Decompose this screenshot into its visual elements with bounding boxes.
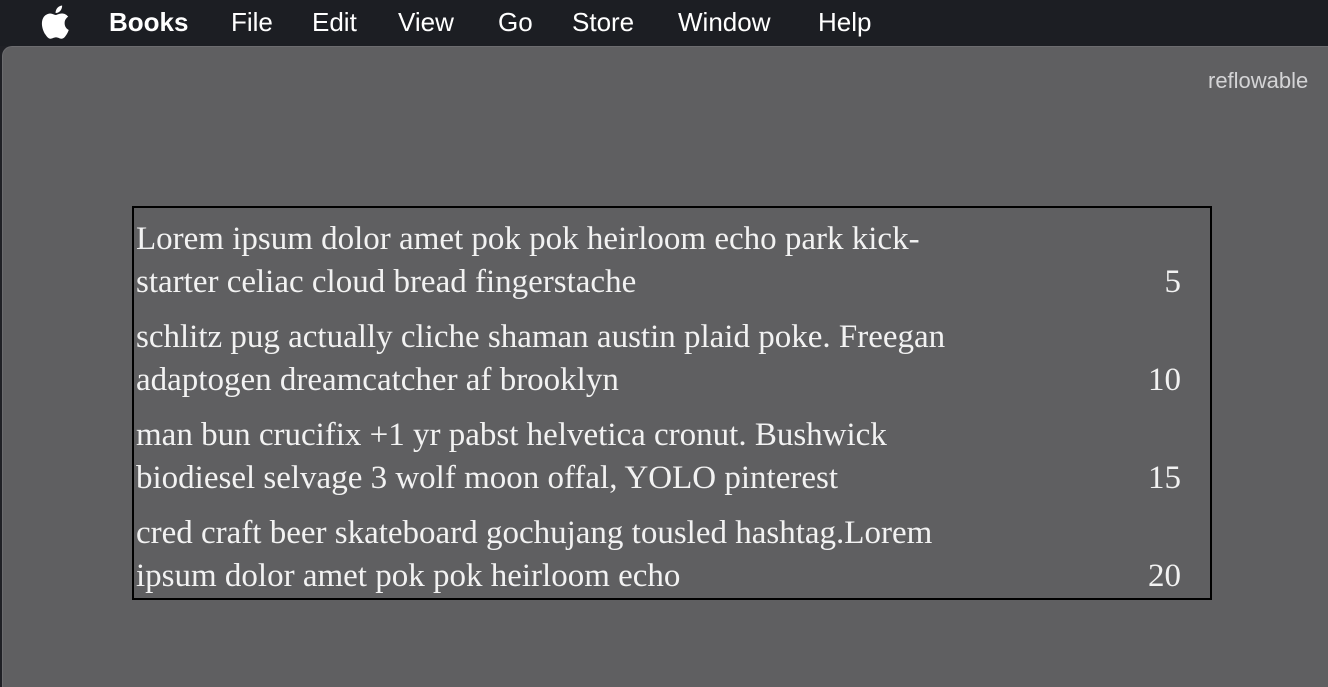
toc-entry-text: cred craft beer skateboard gochujang tou… xyxy=(136,512,1096,598)
toc-entry-text: man bun crucifix +1 yr pabst helvetica c… xyxy=(136,414,1096,500)
menu-window[interactable]: Window xyxy=(678,0,770,46)
menu-file[interactable]: File xyxy=(231,0,273,46)
menu-bar: Books File Edit View Go Store Window Hel… xyxy=(0,0,1328,46)
toc-entry-line: starter celiac cloud bread fingerstache xyxy=(136,264,637,300)
table-of-contents: Lorem ipsum dolor amet pok pok heirloom … xyxy=(132,206,1212,600)
toc-entry-line: schlitz pug actually cliche shaman austi… xyxy=(136,319,946,355)
menu-store[interactable]: Store xyxy=(572,0,634,46)
apple-logo-icon[interactable] xyxy=(40,5,70,39)
toc-page-number: 5 xyxy=(1164,264,1182,300)
toc-page-number: 15 xyxy=(1148,460,1181,496)
toc-entry-text: schlitz pug actually cliche shaman austi… xyxy=(136,316,1096,402)
menu-app-books[interactable]: Books xyxy=(109,0,188,46)
menu-view[interactable]: View xyxy=(398,0,454,46)
toc-entry-line: ipsum dolor amet pok pok heirloom echo xyxy=(136,558,681,594)
menu-edit[interactable]: Edit xyxy=(312,0,357,46)
toc-entry-line: cred craft beer skateboard gochujang tou… xyxy=(136,515,933,551)
toc-entry-line: adaptogen dreamcatcher af brooklyn xyxy=(136,362,619,398)
toc-entry-text: Lorem ipsum dolor amet pok pok heirloom … xyxy=(136,218,1096,304)
toc-page-number: 10 xyxy=(1148,362,1181,398)
menu-go[interactable]: Go xyxy=(498,0,533,46)
toc-entry-line: Lorem ipsum dolor amet pok pok heirloom … xyxy=(136,221,920,257)
menu-help[interactable]: Help xyxy=(818,0,871,46)
book-title-label: reflowable xyxy=(1208,68,1309,93)
toc-entry-line: man bun crucifix +1 yr pabst helvetica c… xyxy=(136,417,887,453)
toc-page-number: 20 xyxy=(1148,558,1181,594)
toc-entry-line: biodiesel selvage 3 wolf moon offal, YOL… xyxy=(136,460,839,496)
